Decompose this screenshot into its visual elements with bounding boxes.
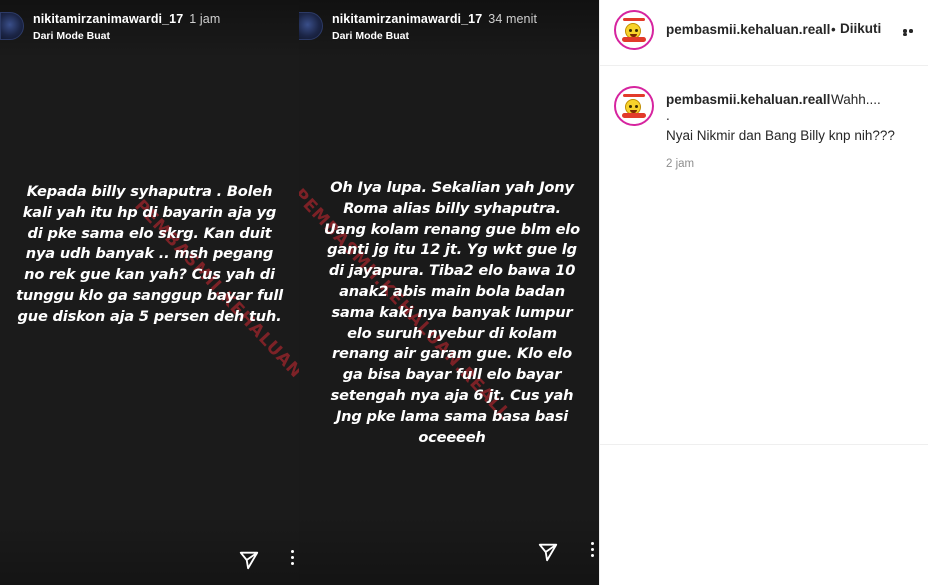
story-line: tunggu klo ga sanggup bayar full [16,286,283,304]
send-icon [238,549,260,571]
story-line: ganti jg itu 12 jt. Yg wkt gue lg [327,241,577,259]
send-icon [537,541,559,563]
instagram-post-view: nikitamirzanimawardi_17 1 jam Dari Mode B… [0,0,928,585]
story-line: di jayapura. Tiba2 elo bawa 10 [328,262,576,280]
caption-username[interactable]: pembasmii.kehaluan.reall [666,92,830,107]
more-vertical-icon [591,542,595,560]
separator-dot: • [831,22,836,37]
story-text: Oh Iya lupa. Sekalian yah Jony Roma alia… [307,178,597,448]
story-subtitle: Dari Mode Buat [33,30,111,42]
story-line: Kepada billy syhaputra . Boleh [26,183,273,200]
story-time: 1 jam [189,12,221,26]
story-line: sama kaki nya banyak lumpur [331,303,573,321]
more-horizontal-icon[interactable] [903,29,919,36]
caption-text-line2: Nyai Nikmir dan Bang Billy knp nih??? [666,128,895,143]
following-button[interactable]: Diikuti [840,21,881,36]
story-line: Jng pke lama sama basa basi [335,407,569,425]
more-vertical-icon [291,550,295,568]
story-line: di pke sama elo skrg. Kan duit [27,224,272,242]
divider [600,444,928,445]
story-header: nikitamirzanimawardi_17 34 menit Dari Mod… [299,8,599,48]
story-line: Oh Iya lupa. Sekalian yah Jony [330,179,574,196]
caption-timestamp[interactable]: 2 jam [666,158,694,170]
story-screenshot-1: nikitamirzanimawardi_17 1 jam Dari Mode B… [0,0,299,585]
avatar[interactable] [614,10,654,50]
story-line: anak2 abis main bola badan [339,282,565,300]
post-side-panel: pembasmii.kehaluan.reall • Diikuti pemba… [599,0,928,585]
story-subtitle: Dari Mode Buat [332,30,410,42]
caption-avatar[interactable] [614,86,654,126]
story-line: gue diskon aja 5 persen deh tuh. [17,307,282,325]
caption-text: Wahh.... [831,92,881,107]
story-line: renang air garam gue. Klo elo [332,345,572,363]
story-text: Kepada billy syhaputra . Boleh kali yah … [4,182,295,328]
story-line: no rek gue kan yah? Cus yah di [24,266,275,284]
story-screenshot-2: nikitamirzanimawardi_17 34 menit Dari Mod… [299,0,599,585]
story-avatar [299,12,323,40]
post-header: pembasmii.kehaluan.reall • Diikuti [600,0,928,66]
story-time: 34 menit [488,12,538,26]
story-line: Uang kolam renang gue blm elo [324,220,580,238]
story-line: setengah nya aja 6 jt. Cus yah [330,386,574,404]
story-avatar [0,12,24,40]
story-line: Roma alias billy syhaputra. [343,199,561,217]
story-line: elo suruh nyebur di kolam [347,324,557,342]
story-username: nikitamirzanimawardi_17 34 menit [332,12,538,26]
post-author-username[interactable]: pembasmii.kehaluan.reall [666,22,830,37]
story-username: nikitamirzanimawardi_17 1 jam [33,12,221,26]
story-line: oceeeeh [418,428,486,446]
story-line: kali yah itu hp di bayarin aja yg [22,203,277,221]
story-line: ga bisa bayar full elo bayar [342,366,562,384]
story-header: nikitamirzanimawardi_17 1 jam Dari Mode B… [0,8,299,48]
caption-dot: . [666,108,670,123]
story-line: nya udh banyak .. msh pegang [25,245,274,263]
